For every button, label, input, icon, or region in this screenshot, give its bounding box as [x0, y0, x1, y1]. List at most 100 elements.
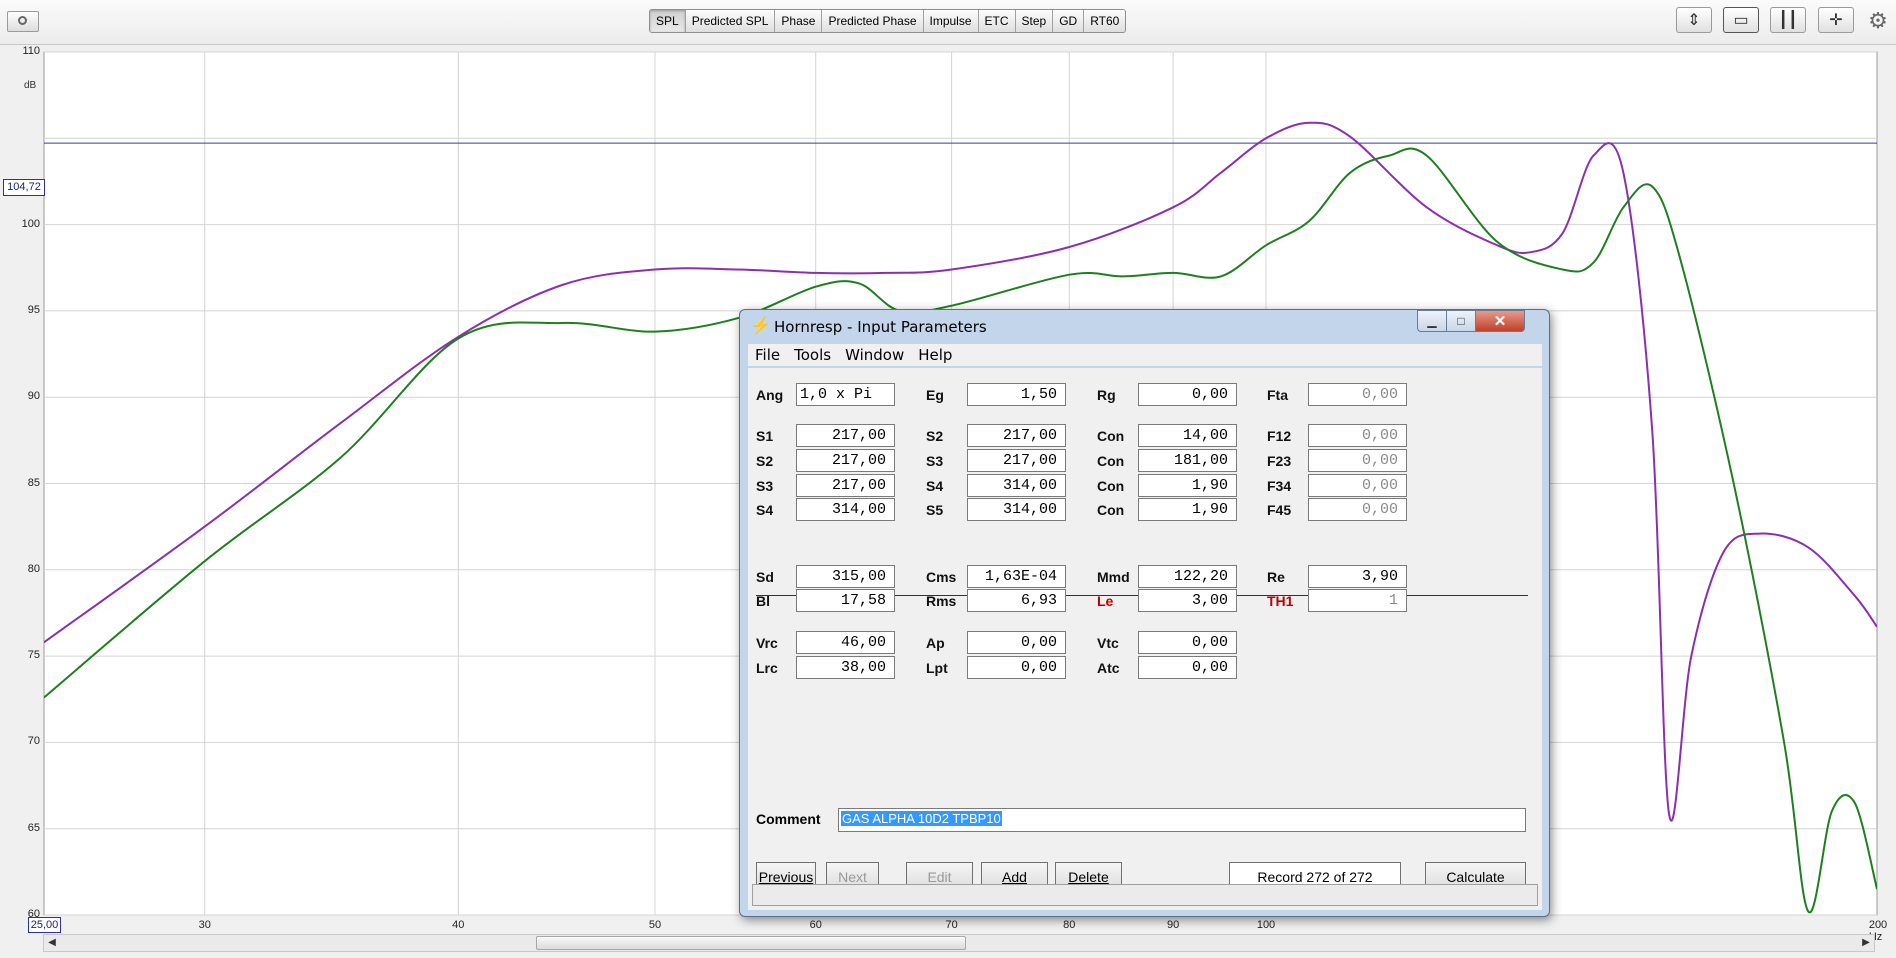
scroll-left-icon[interactable]: ◀ — [44, 935, 60, 951]
cursor-value-box[interactable]: 104,72 — [3, 179, 45, 196]
param-field-s2[interactable]: 217,00 — [796, 449, 895, 472]
x-tick-label: 50 — [648, 919, 662, 931]
scrollbar-thumb[interactable] — [536, 936, 966, 950]
tab-etc[interactable]: ETC — [978, 10, 1016, 32]
tab-phase[interactable]: Phase — [775, 10, 823, 32]
comment-input[interactable]: GAS ALPHA 10D2 TPBP10 — [838, 808, 1526, 832]
x-start-value-box[interactable]: 25,00 — [28, 917, 61, 933]
y-tick-label: 80 — [27, 562, 40, 575]
param-field-s5[interactable]: 314,00 — [967, 498, 1066, 521]
param-label-ap: Ap — [926, 635, 945, 651]
param-field-eg[interactable]: 1,50 — [967, 383, 1066, 406]
param-field-f45[interactable]: 0,00 — [1308, 498, 1407, 521]
param-label-s4: S4 — [926, 478, 944, 494]
param-field-rg[interactable]: 0,00 — [1138, 383, 1237, 406]
param-field-mmd[interactable]: 122,20 — [1138, 565, 1237, 588]
param-field-con[interactable]: 1,90 — [1138, 498, 1237, 521]
param-field-f12[interactable]: 0,00 — [1308, 424, 1407, 447]
horizontal-scrollbar[interactable]: ◀ ▶ — [43, 934, 1875, 952]
param-label-vrc: Vrc — [756, 635, 778, 651]
param-field-s3[interactable]: 217,00 — [796, 474, 895, 497]
x-tick-label: 30 — [198, 919, 211, 931]
scroll-right-icon[interactable]: ▶ — [1858, 935, 1874, 951]
param-label-s4: S4 — [756, 502, 774, 518]
param-label-f12: F12 — [1267, 428, 1292, 444]
tab-predicted-phase[interactable]: Predicted Phase — [822, 10, 924, 32]
param-field-con[interactable]: 1,90 — [1138, 474, 1237, 497]
x-tick-label: 80 — [1063, 919, 1076, 931]
view-zoom-icon[interactable]: ▭ — [1723, 7, 1759, 33]
comment-label: Comment — [756, 811, 821, 827]
param-label-sd: Sd — [756, 569, 774, 585]
view-expand-icon[interactable]: ⇕ — [1676, 7, 1712, 33]
param-field-fta[interactable]: 0,00 — [1308, 383, 1407, 406]
status-bar — [752, 884, 1538, 906]
param-field-s3[interactable]: 217,00 — [967, 449, 1066, 472]
menu-window[interactable]: Window — [845, 346, 904, 364]
maximize-button[interactable]: □ — [1446, 310, 1476, 332]
tab-spl[interactable]: SPL — [650, 10, 686, 32]
param-label-le: Le — [1097, 593, 1114, 609]
view-columns-icon[interactable]: ┃┃ — [1770, 7, 1806, 33]
param-field-ang[interactable]: 1,0 x Pi — [796, 383, 895, 406]
param-field-s4[interactable]: 314,00 — [796, 498, 895, 521]
menu-file[interactable]: File — [755, 346, 780, 364]
param-label-fta: Fta — [1267, 387, 1288, 403]
param-field-con[interactable]: 14,00 — [1138, 424, 1237, 447]
param-field-s4[interactable]: 314,00 — [967, 474, 1066, 497]
param-field-rms[interactable]: 6,93 — [967, 589, 1066, 612]
menu-bar: File Tools Window Help — [748, 344, 1542, 366]
graph-tabs: SPL Predicted SPL Phase Predicted Phase Impu… — [649, 9, 1127, 33]
tab-rt60[interactable]: RT60 — [1084, 10, 1126, 32]
param-field-lpt[interactable]: 0,00 — [967, 656, 1066, 679]
tab-predicted-spl[interactable]: Predicted SPL — [685, 10, 776, 32]
tab-step[interactable]: Step — [1015, 10, 1054, 32]
param-field-le[interactable]: 3,00 — [1138, 589, 1237, 612]
y-tick-label: 100 — [21, 217, 40, 230]
param-field-sd[interactable]: 315,00 — [796, 565, 895, 588]
param-field-f34[interactable]: 0,00 — [1308, 474, 1407, 497]
param-field-s2[interactable]: 217,00 — [967, 424, 1066, 447]
x-tick-label: 70 — [945, 919, 958, 931]
param-label-f23: F23 — [1267, 453, 1292, 469]
x-tick-label: 90 — [1167, 919, 1180, 931]
param-field-f23[interactable]: 0,00 — [1308, 449, 1407, 472]
menu-help[interactable]: Help — [918, 346, 952, 364]
param-label-rg: Rg — [1097, 387, 1116, 403]
tab-impulse[interactable]: Impulse — [923, 10, 979, 32]
window-title: Hornresp - Input Parameters — [774, 318, 987, 336]
param-label-s2: S2 — [756, 453, 774, 469]
param-field-lrc[interactable]: 38,00 — [796, 656, 895, 679]
param-field-bl[interactable]: 17,58 — [796, 589, 895, 612]
param-label-ang: Ang — [756, 387, 784, 403]
param-field-ap[interactable]: 0,00 — [967, 631, 1066, 654]
param-label-con: Con — [1097, 428, 1125, 444]
param-field-vtc[interactable]: 0,00 — [1138, 631, 1237, 654]
param-label-lpt: Lpt — [926, 660, 948, 676]
param-label-s5: S5 — [926, 502, 944, 518]
param-label-s2: S2 — [926, 428, 944, 444]
param-label-atc: Atc — [1097, 660, 1120, 676]
param-field-th1[interactable]: 1 — [1308, 589, 1407, 612]
param-field-cms[interactable]: 1,63E-04 — [967, 565, 1066, 588]
param-field-s1[interactable]: 217,00 — [796, 424, 895, 447]
y-tick-label: 65 — [27, 821, 40, 834]
param-field-vrc[interactable]: 46,00 — [796, 631, 895, 654]
y-tick-label: 95 — [27, 303, 40, 316]
param-field-con[interactable]: 181,00 — [1138, 449, 1237, 472]
param-label-lrc: Lrc — [756, 660, 778, 676]
param-label-s3: S3 — [926, 453, 944, 469]
camera-icon[interactable] — [7, 11, 39, 32]
close-button[interactable]: ✕ — [1475, 310, 1525, 332]
minimize-button[interactable]: ▁ — [1417, 310, 1447, 332]
param-field-atc[interactable]: 0,00 — [1138, 656, 1237, 679]
pan-arrows-icon[interactable]: ✛ — [1818, 7, 1854, 33]
gear-icon[interactable]: ⚙ — [1866, 9, 1890, 33]
x-tick-label: 60 — [809, 919, 822, 931]
menu-tools[interactable]: Tools — [794, 346, 831, 364]
comment-value: GAS ALPHA 10D2 TPBP10 — [841, 811, 1002, 826]
x-tick-label: 40 — [452, 919, 465, 931]
param-field-re[interactable]: 3,90 — [1308, 565, 1407, 588]
param-label-eg: Eg — [926, 387, 944, 403]
tab-gd[interactable]: GD — [1053, 10, 1085, 32]
